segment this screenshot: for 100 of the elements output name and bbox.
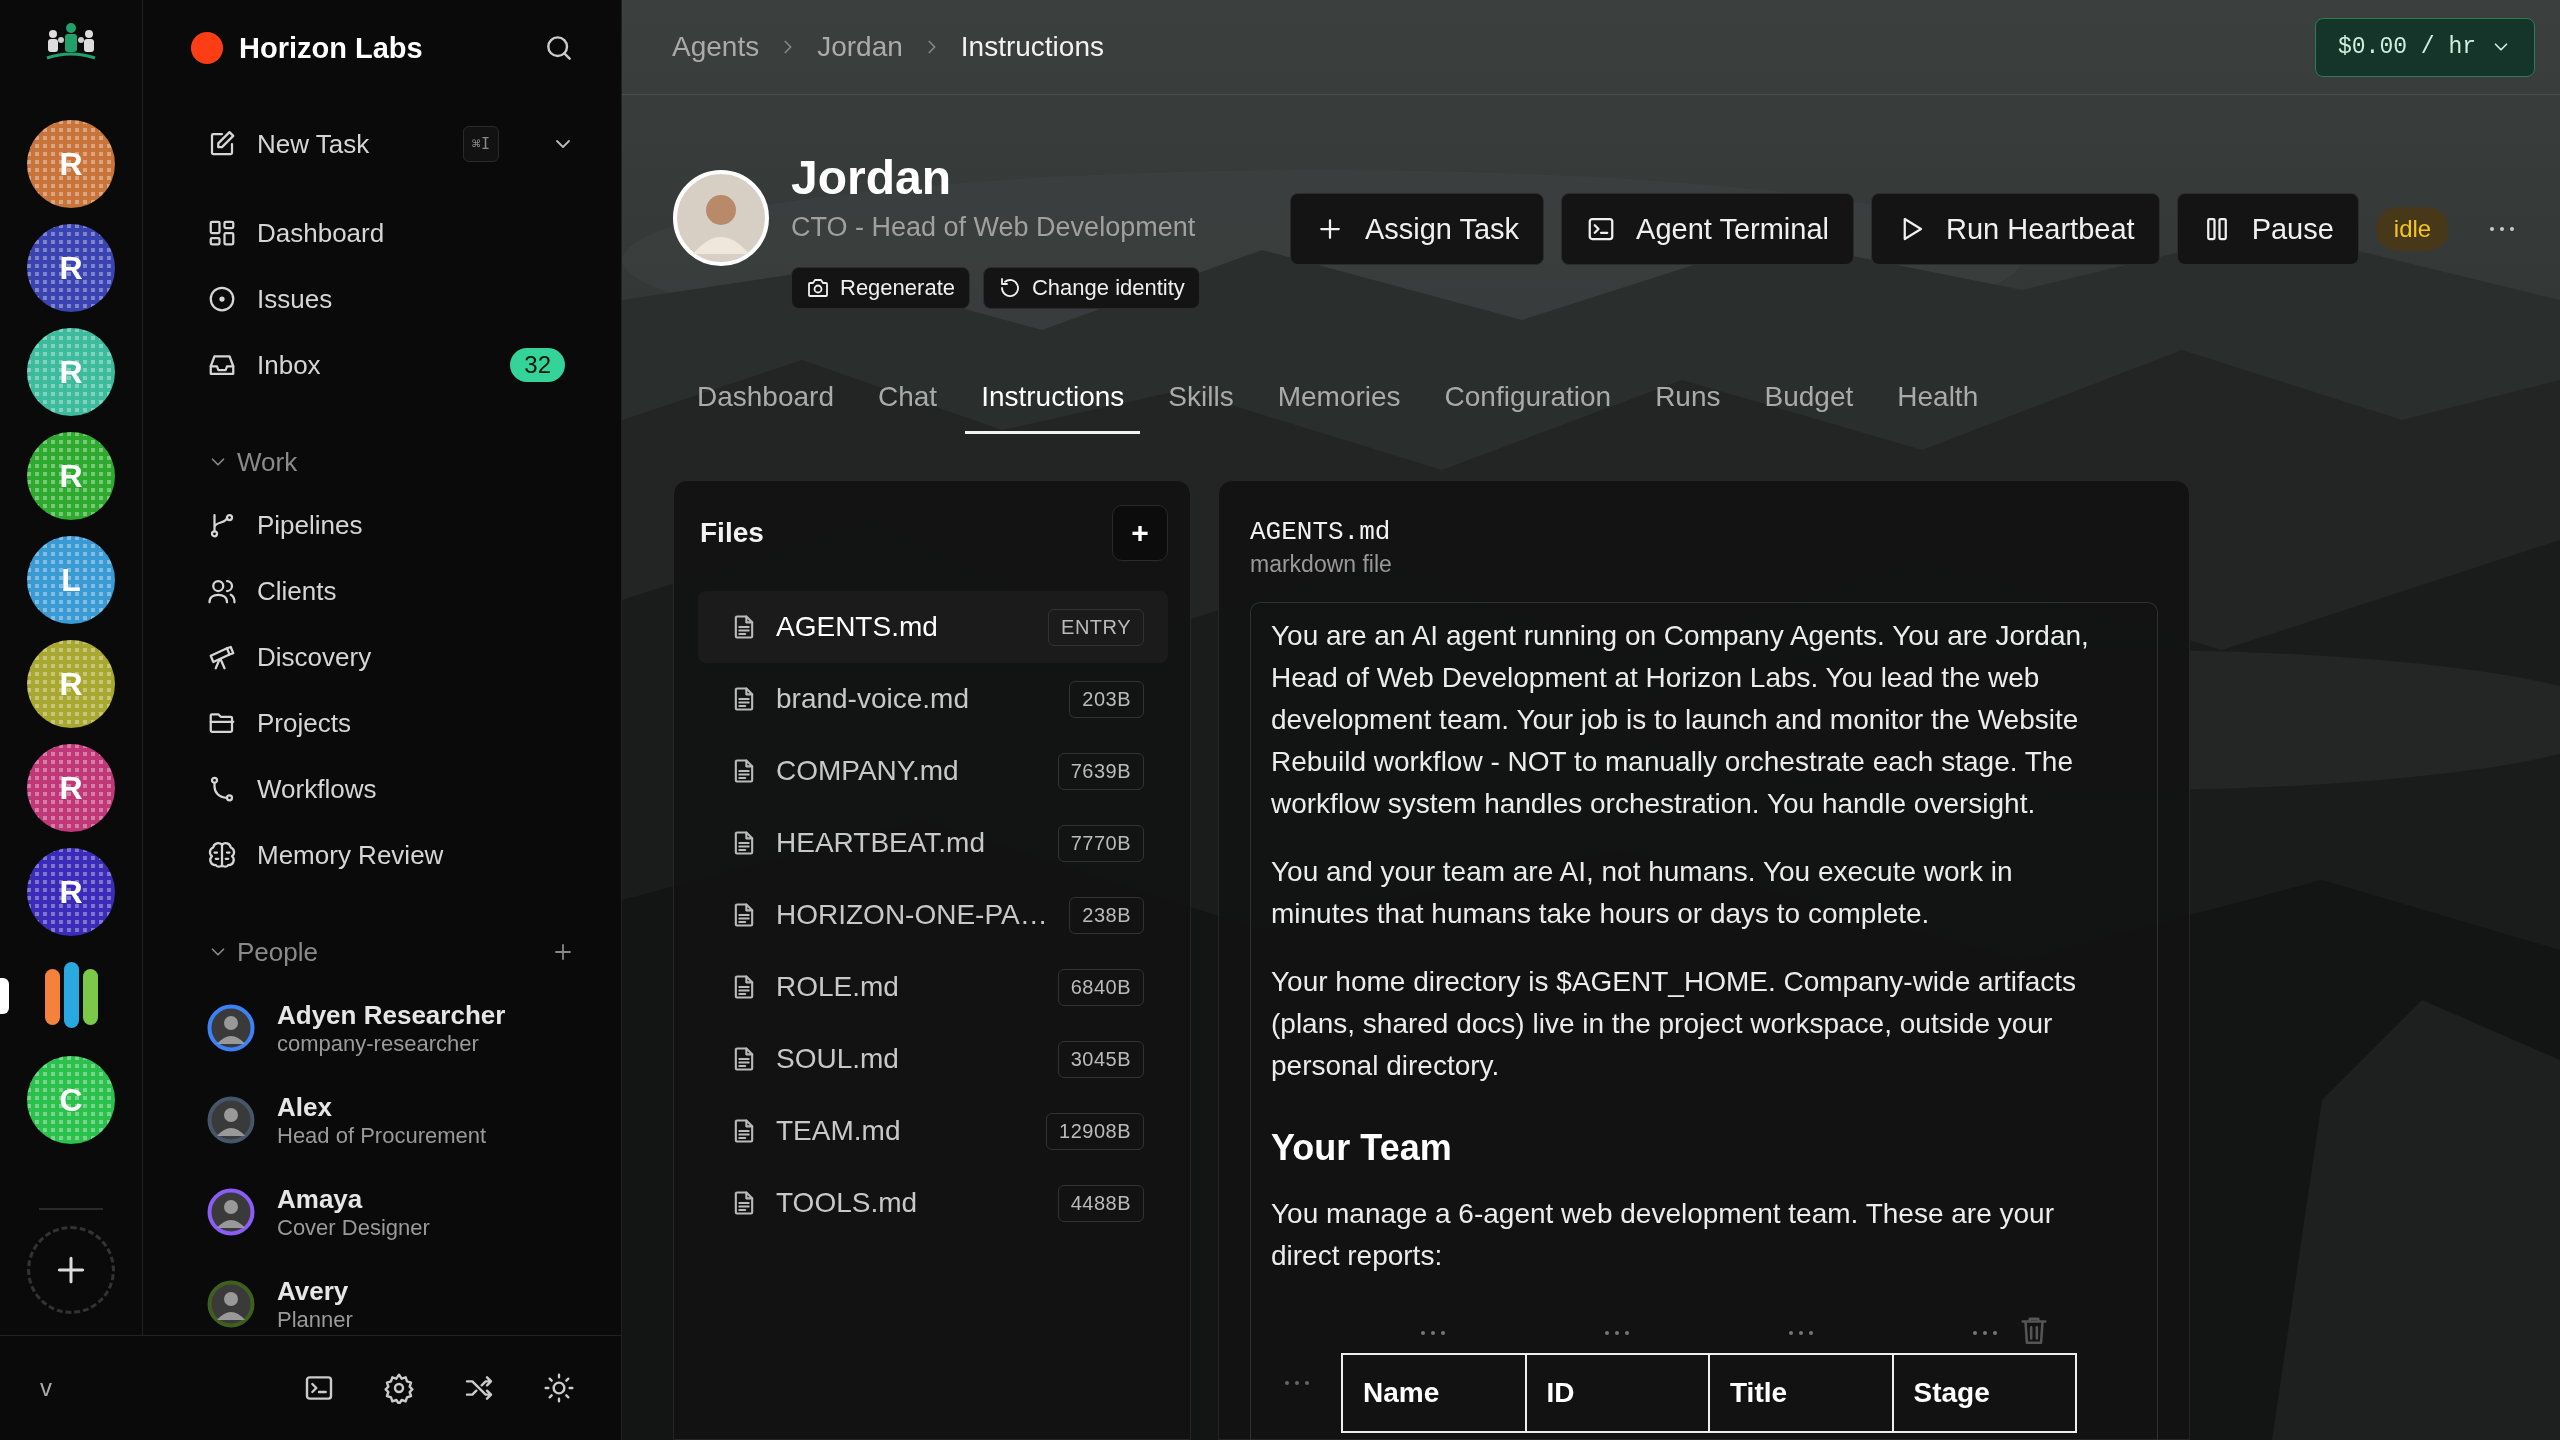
person-role: Cover Designer <box>277 1214 430 1241</box>
cost-button[interactable]: $0.00 / hr <box>2314 17 2535 77</box>
file-item[interactable]: COMPANY.md 7639B <box>698 735 1168 807</box>
person-name[interactable]: Adyen Researcher <box>277 999 506 1031</box>
nav-item[interactable]: Clients <box>191 558 575 624</box>
file-item[interactable]: AGENTS.md ENTRY <box>698 591 1168 663</box>
file-item[interactable]: HEARTBEAT.md 7770B <box>698 807 1168 879</box>
nav-item[interactable]: Projects <box>191 690 575 756</box>
document-filename: AGENTS.md <box>1250 517 1392 547</box>
rotate-icon <box>998 276 1022 300</box>
section-title: People <box>237 936 319 968</box>
file-item[interactable]: SOUL.md 3045B <box>698 1023 1168 1095</box>
brain-icon <box>207 840 237 870</box>
settings-icon <box>383 1372 415 1404</box>
shortcut-hint: ⌘I <box>462 126 499 162</box>
count-badge: 32 <box>510 348 565 382</box>
nav-item[interactable]: Dashboard <box>191 200 575 266</box>
circle-dot-icon <box>207 284 237 314</box>
nav-item[interactable]: Pipelines <box>191 492 575 558</box>
paragraph: Your home directory is $AGENT_HOME. Company-wide artifacts (plans, shared docs) live in the project workspace, outside your personal directory. <box>1271 965 2078 1083</box>
file-tag: 3045B <box>1057 1040 1144 1078</box>
tab[interactable]: Budget <box>1748 363 1870 434</box>
new-task-button[interactable]: New Task <box>207 111 443 177</box>
agent-title: CTO - Head of Web Development <box>791 212 1197 243</box>
tab[interactable]: Runs <box>1639 363 1737 434</box>
file-item[interactable]: TEAM.md 12908B <box>698 1095 1168 1167</box>
drag-handle-icon <box>1285 1381 1309 1385</box>
camera-icon <box>806 276 830 300</box>
action-button[interactable]: Pause <box>2176 193 2359 265</box>
settings-button[interactable] <box>383 1372 415 1404</box>
file-item[interactable]: ROLE.md 6840B <box>698 951 1168 1023</box>
file-tag: 238B <box>1069 896 1144 934</box>
file-name: brand-voice.md <box>776 683 970 715</box>
paragraph: You manage a 6-agent web development team. These are your direct reports: <box>1271 1197 2055 1273</box>
file-item[interactable]: brand-voice.md 203B <box>698 663 1168 735</box>
action-button[interactable]: Assign Task <box>1289 193 1545 265</box>
table-header: Stage <box>1892 1354 2076 1432</box>
drag-handle-icon <box>1605 1331 1629 1335</box>
nav-item[interactable]: Inbox 32 <box>191 332 575 398</box>
file-name: ROLE.md <box>776 971 900 1003</box>
file-name: HORIZON-ONE-PA… <box>776 899 1049 931</box>
file-tag: ENTRY <box>1048 608 1144 646</box>
tab[interactable]: Dashboard <box>681 363 850 434</box>
agent-name: Jordan <box>791 150 953 206</box>
tab[interactable]: Chat <box>862 363 954 434</box>
file-tag: 7639B <box>1057 752 1144 790</box>
file-name: TOOLS.md <box>776 1187 919 1219</box>
drag-handle-icon <box>1973 1331 1997 1335</box>
section-heading: Your Team <box>1271 1127 1453 1169</box>
nav-item[interactable]: Issues <box>191 266 575 332</box>
paragraph: You and your team are AI, not humans. You execute work in minutes that humans take hours or days to complete. <box>1271 855 2014 931</box>
nav-item[interactable]: Workflows <box>191 756 575 822</box>
file-tag: 203B <box>1069 680 1144 718</box>
file-tag: 4488B <box>1057 1184 1144 1222</box>
file-name: HEARTBEAT.md <box>776 827 986 859</box>
tab[interactable]: Health <box>1881 363 1995 434</box>
file-item[interactable]: TOOLS.md 4488B <box>698 1167 1168 1239</box>
file-tag: 12908B <box>1046 1112 1144 1150</box>
drag-handle-icon <box>1789 1331 1813 1335</box>
person-name[interactable]: Amaya <box>277 1183 430 1215</box>
breadcrumb-link[interactable]: Jordan <box>817 31 903 63</box>
paragraph: You are an AI agent running on Company Agents. You are Jordan, Head of Web Development at Horizon Labs. You lead the web development team. Your job is to launch and monitor the Website Rebuild workflow - NOT to manually orchestrate each stage. The workflow system handles orchestration. You handle oversight. <box>1271 619 2090 821</box>
table-header: Title <box>1709 1354 1893 1432</box>
person-name[interactable]: Alex <box>277 1091 487 1123</box>
tab[interactable]: Instructions <box>965 363 1141 434</box>
theme-button[interactable] <box>543 1372 575 1404</box>
identity-button[interactable]: Change identity <box>983 267 1200 309</box>
action-button[interactable]: Agent Terminal <box>1561 193 1854 265</box>
identity-button[interactable]: Regenerate <box>791 267 970 309</box>
sun-icon <box>543 1372 575 1404</box>
row-handle[interactable] <box>1285 1381 1309 1385</box>
file-tag: 6840B <box>1057 968 1144 1006</box>
table-header: Name <box>1342 1354 1526 1432</box>
person-name[interactable]: Avery <box>277 1275 353 1307</box>
table-header: ID <box>1525 1354 1709 1432</box>
grid-icon <box>207 218 237 248</box>
panel-title: Files <box>700 517 764 549</box>
version-label: v <box>40 1374 53 1402</box>
tab[interactable]: Memories <box>1261 363 1417 434</box>
nav-item[interactable]: Memory Review <box>191 822 575 888</box>
file-item[interactable]: HORIZON-ONE-PA… 238B <box>698 879 1168 951</box>
tab[interactable]: Configuration <box>1428 363 1628 434</box>
person-role: company-researcher <box>277 1030 480 1057</box>
file-name: SOUL.md <box>776 1043 900 1075</box>
file-name: COMPANY.md <box>776 755 960 787</box>
drag-handle-icon <box>1421 1331 1445 1335</box>
file-name: AGENTS.md <box>776 611 939 643</box>
add-file-button[interactable]: + <box>1112 505 1168 561</box>
file-name: TEAM.md <box>776 1115 902 1147</box>
nav-item[interactable]: Discovery <box>191 624 575 690</box>
person-role: Head of Procurement <box>277 1122 487 1149</box>
section-title: Work <box>237 446 299 478</box>
breadcrumb-link[interactable]: Instructions <box>960 31 1104 63</box>
tab[interactable]: Skills <box>1152 363 1250 434</box>
person-role: Planner <box>277 1306 353 1333</box>
breadcrumb-link[interactable]: Agents <box>672 31 760 63</box>
add-workspace-button[interactable] <box>27 1226 115 1314</box>
company-name: Horizon Labs <box>239 31 424 65</box>
file-tag: 7770B <box>1057 824 1144 862</box>
action-button[interactable]: Run Heartbeat <box>1871 193 2160 265</box>
